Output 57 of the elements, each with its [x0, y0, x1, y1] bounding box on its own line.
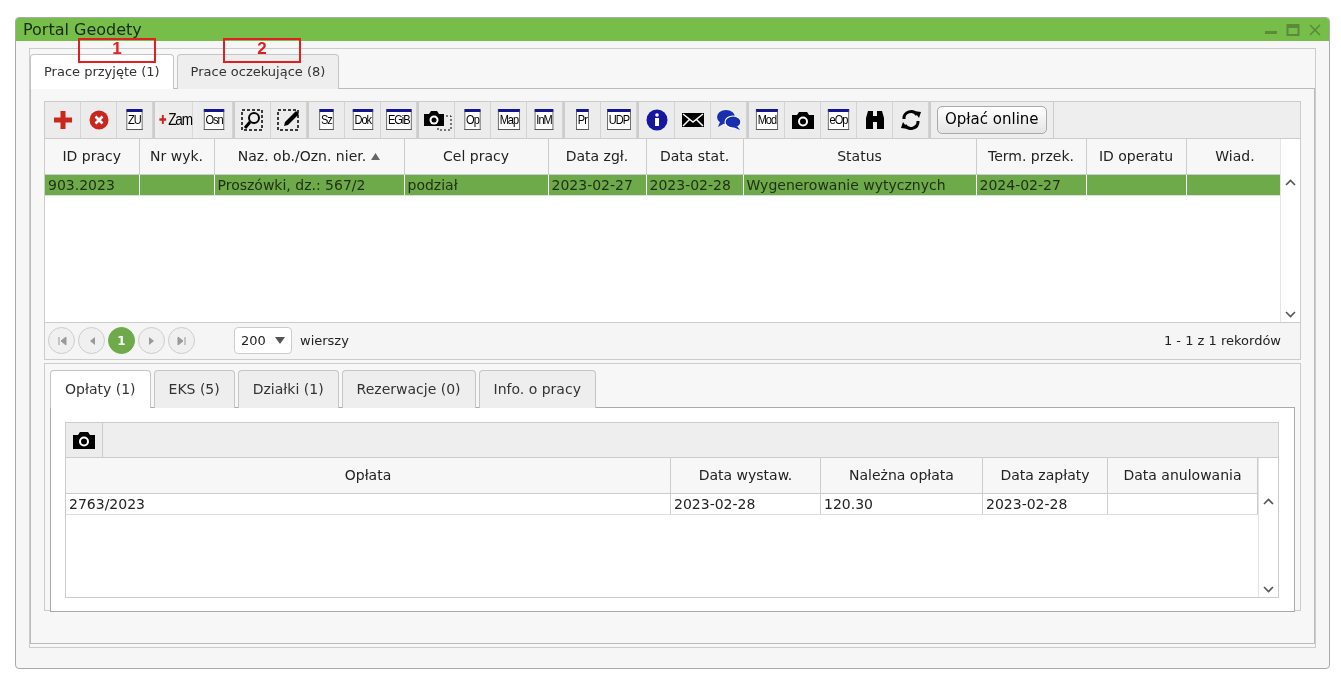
scroll-up-icon — [1263, 497, 1274, 505]
pager-button[interactable] — [48, 327, 75, 354]
camera-icon — [72, 429, 96, 450]
column-header[interactable]: Nr wyk. — [139, 138, 214, 175]
record-summary: 1 - 1 z 1 rekordów — [1163, 331, 1281, 350]
tab[interactable]: Prace oczekujące (8) — [176, 54, 340, 89]
scroll-up-icon — [1285, 178, 1296, 186]
page-size-select[interactable]: 200 — [234, 327, 292, 354]
refresh-icon — [899, 108, 922, 131]
column-header[interactable]: Wiad. — [1186, 138, 1280, 175]
table-cell: 903.2023 — [45, 174, 139, 196]
annotation-box: 2 — [223, 38, 301, 63]
column-header[interactable]: Należna opłata — [820, 457, 983, 494]
window-title: Portal Geodety — [23, 18, 143, 41]
edit-select-icon — [276, 107, 301, 132]
cancel-icon — [88, 109, 109, 130]
zoom-select-icon — [240, 107, 265, 132]
chat-icon — [715, 108, 742, 131]
column-header[interactable]: ID operatu — [1086, 138, 1186, 175]
scroll-down-icon — [1263, 585, 1274, 593]
table-cell: Wygenerowanie wytycznych — [743, 174, 976, 196]
pay-online-button[interactable]: Opłać online — [937, 105, 1047, 134]
table-cell: 120.30 — [820, 493, 983, 515]
header-label: Naz. ob./Ozn. nier. — [237, 147, 367, 164]
column-header[interactable]: Cel pracy — [404, 138, 548, 175]
annotation-box: 1 — [78, 38, 156, 63]
binoculars-icon — [863, 108, 886, 131]
plus-icon — [52, 109, 73, 130]
column-header[interactable]: Status — [743, 138, 976, 175]
camera-icon — [790, 109, 815, 130]
mail-icon — [680, 110, 705, 129]
column-header[interactable]: ID pracy — [45, 138, 139, 175]
tab[interactable]: Info. o pracy — [478, 369, 596, 408]
toolbar-button[interactable]: Zam — [159, 101, 193, 138]
column-header[interactable]: Data zapłaty — [982, 457, 1108, 494]
info-icon — [645, 108, 668, 131]
table-cell: 2763/2023 — [66, 493, 671, 515]
column-header[interactable]: Data wystaw. — [670, 457, 821, 494]
scroll-down-icon — [1285, 310, 1296, 318]
tab[interactable]: Opłaty (1) — [50, 369, 151, 408]
table-cell: 2023-02-28 — [982, 493, 1108, 515]
table-cell: 2023-02-28 — [670, 493, 821, 515]
tab[interactable]: EKS (5) — [153, 369, 235, 408]
plus-icon — [159, 115, 167, 124]
pager-button[interactable] — [168, 327, 195, 354]
first-page-icon — [56, 335, 67, 346]
column-header[interactable]: Term. przek. — [976, 138, 1086, 175]
column-header[interactable]: Data stat. — [646, 138, 743, 175]
column-header[interactable]: Data anulowania — [1107, 457, 1258, 494]
column-header[interactable]: Opłata — [66, 457, 671, 494]
tab[interactable]: Prace przyjęte (1) — [30, 54, 174, 89]
tab[interactable]: Rezerwacje (0) — [341, 369, 476, 408]
rows-label: wierszy — [300, 331, 349, 350]
caret-icon — [275, 337, 285, 344]
last-page-icon — [176, 335, 187, 346]
tab[interactable]: Działki (1) — [237, 369, 339, 408]
column-header[interactable]: Data zgł. — [548, 138, 646, 175]
